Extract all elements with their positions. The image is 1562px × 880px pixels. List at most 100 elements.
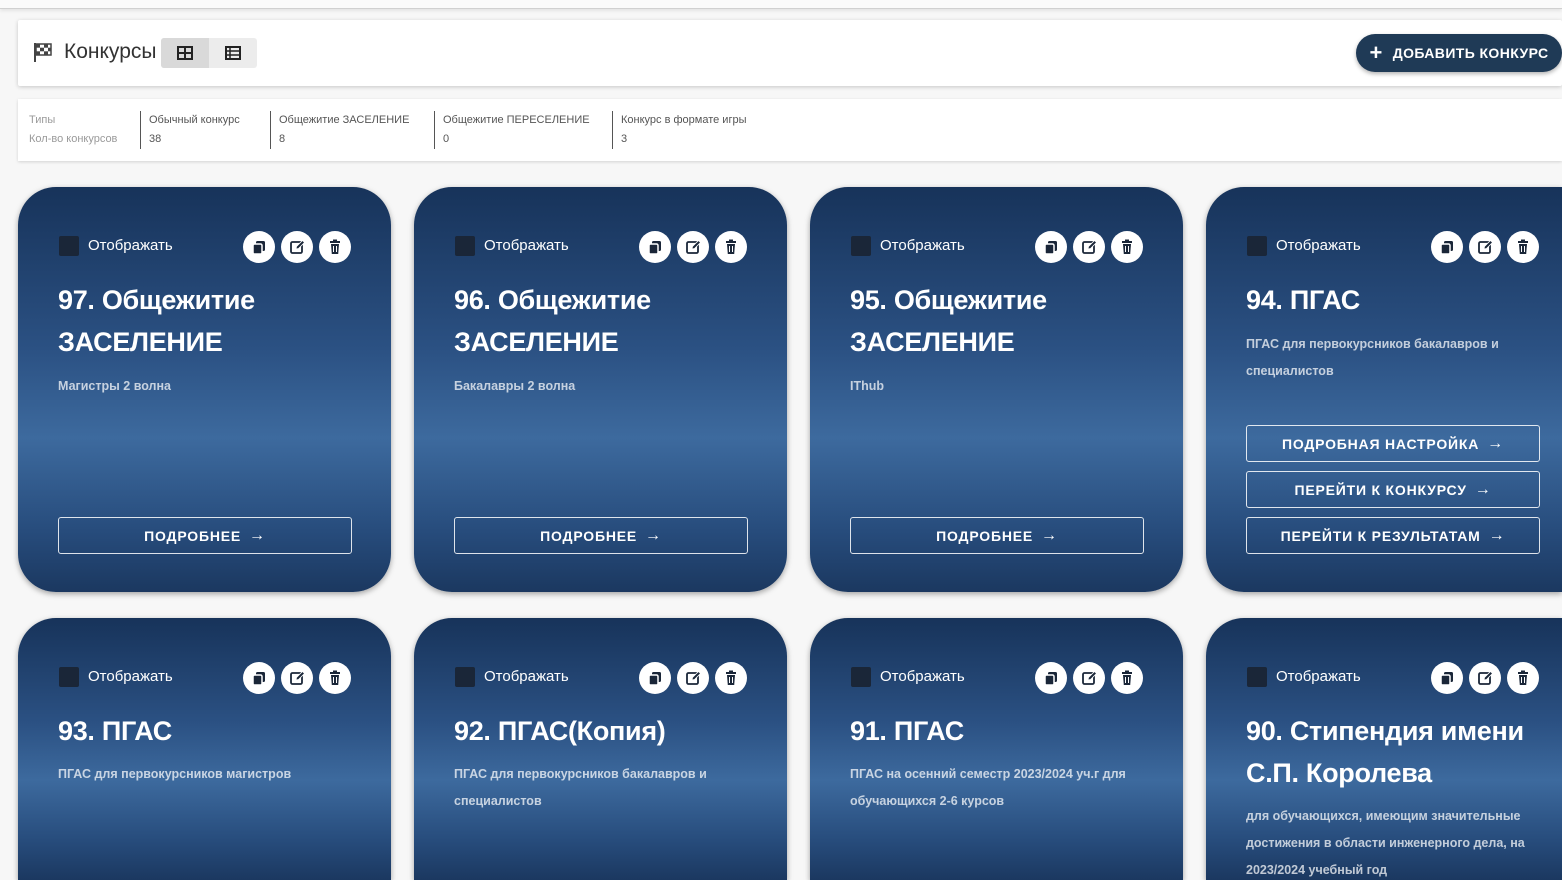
card-description: IThub [850, 379, 885, 393]
card-description: ПГАС на осенний семестр 2023/2024 уч.г д… [850, 767, 1126, 808]
details-label: ПОДРОБНЕЕ [540, 527, 638, 544]
copy-icon [252, 670, 266, 686]
edit-button[interactable] [677, 662, 709, 694]
count-label: Кол-во конкурсов [29, 133, 118, 145]
types-label: Типы [29, 114, 56, 126]
list-view-button[interactable] [209, 38, 257, 68]
edit-button[interactable] [281, 231, 313, 263]
contest-card: Отображать 96. Общежитие ЗАСЕЛЕНИЕ Бакал… [414, 187, 787, 592]
grid-view-button[interactable] [161, 38, 209, 68]
type-name: Обычный конкурс [149, 114, 240, 126]
card-actions [639, 231, 747, 263]
contest-type-stats: Типы Кол-во конкурсов Обычный конкурс 38… [18, 99, 1562, 161]
contest-card: Отображать 94. ПГАС ПГАС для первокурсни… [1206, 187, 1562, 592]
details-button[interactable]: ПОДРОБНЕЕ → [58, 517, 352, 554]
card-description: ПГАС для первокурсников бакалавров и спе… [1246, 337, 1499, 378]
edit-button[interactable] [1469, 231, 1501, 263]
delete-button[interactable] [319, 662, 351, 694]
card-title: 95. Общежитие ЗАСЕЛЕНИЕ [850, 285, 1047, 357]
stats-divider [612, 111, 613, 149]
edit-icon [290, 239, 305, 254]
show-checkbox[interactable] [1247, 667, 1267, 687]
copy-button[interactable] [1035, 662, 1067, 694]
stats-type-dorm-settle: Общежитие ЗАСЕЛЕНИЕ 8 [279, 111, 409, 149]
arrow-right-icon: → [1474, 480, 1492, 498]
copy-button[interactable] [243, 231, 275, 263]
card-title: 92. ПГАС(Копия) [454, 716, 666, 746]
stats-type-ordinary: Обычный конкурс 38 [149, 111, 240, 149]
contest-card: Отображать 93. ПГАС ПГАС для первокурсни… [18, 618, 391, 880]
card-title: 91. ПГАС [850, 716, 964, 746]
detailed-settings-label: ПОДРОБНАЯ НАСТРОЙКА [1282, 435, 1480, 452]
go-to-results-button[interactable]: ПЕРЕЙТИ К РЕЗУЛЬТАТАМ → [1246, 517, 1540, 554]
go-to-contest-button[interactable]: ПЕРЕЙТИ К КОНКУРСУ → [1246, 471, 1540, 508]
arrow-right-icon: → [249, 526, 266, 544]
type-count: 38 [149, 133, 162, 145]
card-description: ПГАС для первокурсников магистров [58, 767, 292, 781]
show-checkbox[interactable] [455, 667, 475, 687]
edit-button[interactable] [281, 662, 313, 694]
delete-icon [329, 239, 341, 255]
copy-button[interactable] [639, 231, 671, 263]
edit-button[interactable] [1469, 662, 1501, 694]
copy-icon [252, 239, 266, 255]
card-title: 97. Общежитие ЗАСЕЛЕНИЕ [58, 285, 255, 357]
contest-card: Отображать 95. Общежитие ЗАСЕЛЕНИЕ IThub… [810, 187, 1183, 592]
show-label: Отображать [484, 668, 569, 685]
details-button[interactable]: ПОДРОБНЕЕ → [850, 517, 1144, 554]
delete-icon [1517, 670, 1529, 686]
plus-icon: + [1369, 40, 1383, 65]
card-title: 94. ПГАС [1246, 285, 1360, 315]
delete-icon [725, 670, 737, 686]
copy-button[interactable] [1431, 662, 1463, 694]
show-checkbox[interactable] [59, 667, 79, 687]
card-description: ПГАС для первокурсников бакалавров и спе… [454, 767, 707, 808]
edit-icon [1478, 239, 1493, 254]
card-title: 93. ПГАС [58, 716, 172, 746]
card-title: 96. Общежитие ЗАСЕЛЕНИЕ [454, 285, 651, 357]
delete-button[interactable] [1111, 231, 1143, 263]
edit-icon [1082, 239, 1097, 254]
copy-icon [648, 670, 662, 686]
card-description: Магистры 2 волна [58, 379, 171, 393]
delete-icon [1121, 670, 1133, 686]
show-checkbox[interactable] [455, 236, 475, 256]
edit-button[interactable] [677, 231, 709, 263]
copy-button[interactable] [1035, 231, 1067, 263]
edit-button[interactable] [1073, 231, 1105, 263]
card-title: 90. Стипендия имени С.П. Королева [1246, 716, 1524, 788]
delete-button[interactable] [715, 662, 747, 694]
edit-button[interactable] [1073, 662, 1105, 694]
show-label: Отображать [1276, 668, 1361, 685]
stats-divider [140, 111, 141, 149]
go-to-results-label: ПЕРЕЙТИ К РЕЗУЛЬТАТАМ [1280, 527, 1481, 544]
show-label: Отображать [88, 668, 173, 685]
details-button[interactable]: ПОДРОБНЕЕ → [454, 517, 748, 554]
edit-icon [686, 670, 701, 685]
delete-button[interactable] [319, 231, 351, 263]
delete-button[interactable] [1507, 231, 1539, 263]
detailed-settings-button[interactable]: ПОДРОБНАЯ НАСТРОЙКА → [1246, 425, 1540, 462]
add-contest-button[interactable]: + ДОБАВИТЬ КОНКУРС [1356, 34, 1562, 72]
copy-button[interactable] [1431, 231, 1463, 263]
copy-button[interactable] [639, 662, 671, 694]
show-checkbox[interactable] [59, 236, 79, 256]
card-actions [243, 231, 351, 263]
show-checkbox[interactable] [851, 667, 871, 687]
delete-button[interactable] [1111, 662, 1143, 694]
card-actions [1035, 231, 1143, 263]
edit-icon [1082, 670, 1097, 685]
edit-icon [290, 670, 305, 685]
type-count: 8 [279, 133, 286, 145]
arrow-right-icon: → [1487, 434, 1504, 452]
copy-button[interactable] [243, 662, 275, 694]
contest-card: Отображать 97. Общежитие ЗАСЕЛЕНИЕ Магис… [18, 187, 391, 592]
stats-type-game: Конкурс в формате игры 3 [621, 111, 746, 149]
details-label: ПОДРОБНЕЕ [144, 527, 242, 544]
show-checkbox[interactable] [851, 236, 871, 256]
delete-button[interactable] [1507, 662, 1539, 694]
show-label: Отображать [880, 668, 965, 685]
show-checkbox[interactable] [1247, 236, 1267, 256]
card-description: Бакалавры 2 волна [454, 379, 576, 393]
delete-button[interactable] [715, 231, 747, 263]
